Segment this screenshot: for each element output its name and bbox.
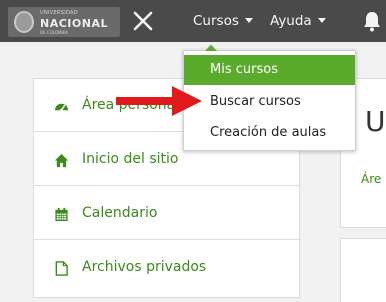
close-icon[interactable] [130,8,156,34]
chevron-down-icon [317,17,326,23]
chevron-down-icon [244,17,253,23]
dropdown-item-mis-cursos[interactable]: Mis cursos [184,55,355,85]
sidebar-item-label: Calendario [82,205,158,221]
dropdown-item-creacion-de-aulas[interactable]: Creación de aulas [184,118,355,148]
breadcrumb[interactable]: Áre [361,172,381,186]
dropdown-item-buscar-cursos[interactable]: Buscar cursos [184,87,355,117]
logo-line-1: UNIVERSIDAD [40,10,78,16]
menu-cursos[interactable]: Cursos [193,13,253,29]
calendar-icon [55,207,68,222]
cursos-dropdown-menu: Mis cursos Buscar cursos Creación de aul… [183,44,356,151]
university-logo[interactable]: UNIVERSIDAD NACIONAL DE COLOMBIA [8,7,120,37]
sidebar-item-calendario[interactable]: Calendario [34,187,301,240]
page-title: U [365,105,386,138]
menu-ayuda[interactable]: Ayuda [270,13,326,29]
bell-icon[interactable] [362,10,382,32]
logo-line-3: DE COLOMBIA [40,30,69,35]
red-arrow-annotation [116,86,202,116]
sidebar-item-label: Inicio del sitio [82,151,179,167]
main-content-card [340,238,386,302]
menu-cursos-label: Cursos [193,13,239,29]
top-navbar: UNIVERSIDAD NACIONAL DE COLOMBIA Cursos … [0,0,386,42]
sidebar-item-archivos-privados[interactable]: Archivos privados [34,241,301,294]
menu-ayuda-label: Ayuda [270,13,312,29]
file-icon [55,261,68,276]
logo-line-2: NACIONAL [40,17,108,30]
sidebar-item-label: Archivos privados [82,259,207,275]
seal-icon [14,11,34,33]
dashboard-icon [54,103,69,112]
home-icon [54,153,69,168]
